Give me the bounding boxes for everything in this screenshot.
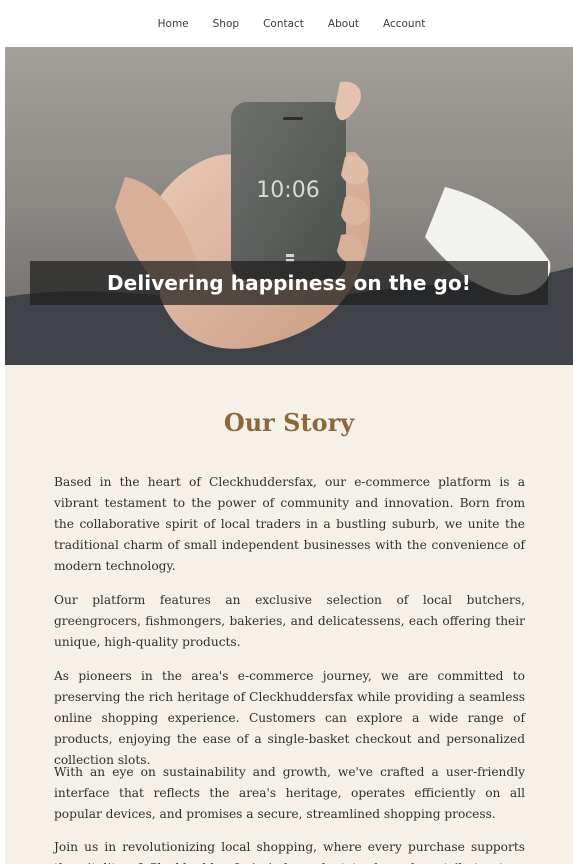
nav-about-link[interactable]: About (328, 18, 359, 30)
hero-section: 10:06 Delivering happiness on the go! (5, 47, 573, 365)
story-title: Our Story (223, 408, 355, 437)
story-paragraph-1: Based in the heart of Cleckhuddersfax, o… (54, 475, 525, 574)
story-paragraph-4: With an eye on sustainability and growth… (54, 765, 525, 822)
hero-title: Delivering happiness on the go! (106, 271, 472, 295)
nav-contact-link[interactable]: Contact (263, 18, 304, 30)
nav-account-link[interactable]: Account (383, 18, 425, 30)
hero-photo: 10:06 (5, 47, 573, 365)
story-paragraph-2: Our platform features an exclusive selec… (54, 593, 525, 650)
main-nav: Home Shop Contact About Account (5, 0, 573, 47)
page: Home Shop Contact About Account 10:06 De… (0, 0, 573, 864)
top-navigation-bar: Home Shop Contact About Account (5, 0, 573, 48)
hero-banner: Delivering happiness on the go! (30, 261, 548, 305)
story-paragraph-3: As pioneers in the area's e-commerce jou… (54, 669, 525, 768)
nav-shop-link[interactable]: Shop (213, 18, 239, 30)
phone-clock: 10:06 (256, 178, 319, 203)
nav-home-link[interactable]: Home (158, 18, 189, 30)
story-paragraph-5: Join us in revolutionizing local shoppin… (54, 840, 525, 864)
